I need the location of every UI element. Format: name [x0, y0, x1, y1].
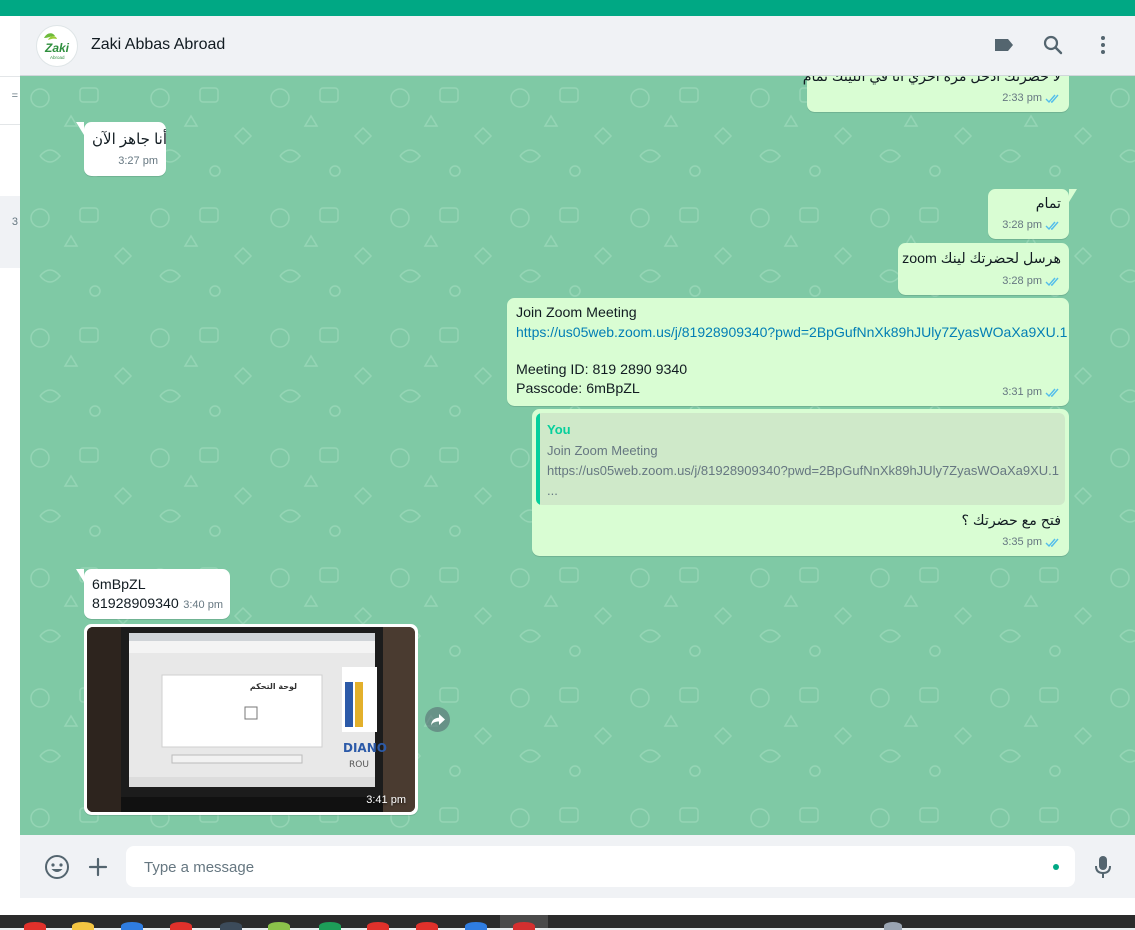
- message-input-box[interactable]: [126, 846, 1075, 889]
- read-ticks-icon: [1045, 221, 1059, 231]
- label-icon[interactable]: [992, 33, 1016, 57]
- conversation-panel[interactable]: لا حضرتك ادخل مرة اخري انا في اللينك تما…: [20, 76, 1135, 835]
- message-meta: 3:28 pm: [1002, 216, 1061, 235]
- message-line: Join Zoom Meeting: [516, 305, 637, 321]
- input-status-dot: [1053, 864, 1059, 870]
- message-meta: 3:31 pm: [1002, 383, 1061, 402]
- message-outgoing[interactable]: لا حضرتك ادخل مرة اخري انا في اللينك تما…: [803, 76, 1069, 112]
- composer-bar: [20, 835, 1135, 898]
- zaki-logo: Zaki Abroad: [44, 33, 70, 60]
- avatar[interactable]: Zaki Abroad: [36, 25, 78, 67]
- message-input[interactable]: [142, 846, 1026, 889]
- unread-count-glyph: 3: [11, 216, 18, 228]
- message-time: 3:40 pm: [183, 599, 223, 611]
- read-ticks-icon: [1045, 388, 1059, 398]
- photo-screen-text: DIANO: [343, 741, 387, 755]
- message-text: أنا جاهز الآن: [92, 131, 168, 148]
- avatar-subtext: Abroad: [50, 55, 65, 60]
- meeting-id-text: Meeting ID: 819 2890 9340: [516, 362, 688, 378]
- message-text: فتح مع حضرتك ؟: [961, 513, 1061, 529]
- image-message[interactable]: لوحة التحكم DIANO ROU 3:41 pm: [84, 624, 418, 815]
- read-ticks-icon: [1045, 538, 1059, 548]
- meeting-link[interactable]: https://us05web.zoom.us/j/81928909340?pw…: [516, 323, 1067, 342]
- message-outgoing[interactable]: هرسل لحضرتك لينك zoom 3:28 pm: [898, 243, 1069, 295]
- quote-line: https://us05web.zoom.us/j/81928909340?pw…: [547, 463, 1059, 478]
- message-time: 3:28 pm: [1002, 275, 1042, 287]
- selected-chat-item[interactable]: 3: [0, 196, 20, 268]
- divider: [0, 124, 20, 125]
- taskbar-app-icon[interactable]: [220, 922, 242, 930]
- taskbar-app-icon[interactable]: [367, 922, 389, 930]
- top-accent-strip: [0, 0, 1135, 16]
- quote-bar: [536, 413, 540, 505]
- menu-icon[interactable]: [1091, 33, 1115, 57]
- message-time: 3:41 pm: [366, 794, 406, 806]
- filter-glyph[interactable]: =: [12, 90, 18, 102]
- taskbar-app-icon[interactable]: [513, 922, 535, 930]
- quoted-message[interactable]: You Join Zoom Meeting https://us05web.zo…: [536, 413, 1065, 505]
- quote-line: Join Zoom Meeting: [547, 443, 658, 458]
- message-time: 3:28 pm: [1002, 219, 1042, 231]
- photo-screen-text: ROU: [349, 760, 369, 770]
- quote-author: You: [547, 422, 571, 437]
- message-time: 3:35 pm: [1002, 536, 1042, 548]
- read-ticks-icon: [1045, 277, 1059, 287]
- message-time: 3:31 pm: [1002, 386, 1042, 398]
- taskbar-tray-icon[interactable]: [884, 922, 902, 930]
- photo-thumbnail[interactable]: لوحة التحكم DIANO ROU 3:41 pm: [87, 627, 415, 812]
- message-line: 81928909340: [92, 596, 179, 612]
- bubble-tail: [76, 569, 84, 582]
- message-incoming[interactable]: 6mBpZL 81928909340 3:40 pm: [76, 569, 230, 619]
- message-meta: 3:35 pm: [1002, 533, 1061, 552]
- quote-line: ...: [547, 483, 558, 498]
- message-incoming[interactable]: أنا جاهز الآن 3:27 pm: [76, 122, 168, 176]
- message-outgoing[interactable]: Join Zoom Meeting https://us05web.zoom.u…: [507, 298, 1069, 406]
- message-meta: 3:27 pm: [118, 152, 158, 171]
- avatar-text: Zaki: [44, 41, 70, 55]
- taskbar-app-icon[interactable]: [24, 922, 46, 930]
- message-time: 3:27 pm: [118, 155, 158, 167]
- divider: [0, 76, 20, 77]
- chat-header: Zaki Abroad Zaki Abbas Abroad: [20, 16, 1135, 76]
- search-icon[interactable]: [1041, 33, 1065, 57]
- taskbar-app-icon[interactable]: [170, 922, 192, 930]
- chat-list-pane: = 3: [0, 16, 21, 898]
- message-text: تمام: [1035, 196, 1061, 212]
- laptop-photo: لوحة التحكم DIANO ROU: [87, 627, 415, 812]
- passcode-text: Passcode: 6mBpZL: [516, 381, 640, 397]
- message-line: 6mBpZL: [92, 577, 146, 593]
- contact-name[interactable]: Zaki Abbas Abroad: [91, 36, 225, 54]
- message-meta: 2:33 pm: [1002, 89, 1061, 108]
- bubble-tail: [76, 122, 84, 135]
- emoji-icon[interactable]: [43, 853, 71, 881]
- message-outgoing-reply[interactable]: You Join Zoom Meeting https://us05web.zo…: [532, 409, 1069, 556]
- forward-icon[interactable]: [425, 707, 450, 732]
- message-outgoing[interactable]: تمام 3:28 pm: [988, 189, 1077, 239]
- message-text: هرسل لحضرتك لينك zoom: [902, 251, 1061, 267]
- message-text: لا حضرتك ادخل مرة اخري انا في اللينك تما…: [802, 76, 1061, 85]
- bubble-tail: [1069, 189, 1077, 202]
- message-meta: 3:40 pm: [183, 596, 223, 615]
- microphone-icon[interactable]: [1089, 853, 1117, 881]
- taskbar-app-icon[interactable]: [319, 922, 341, 930]
- message-time: 2:33 pm: [1002, 92, 1042, 104]
- taskbar-app-icon[interactable]: [121, 922, 143, 930]
- taskbar-app-icon[interactable]: [72, 922, 94, 930]
- taskbar-app-icon[interactable]: [268, 922, 290, 930]
- read-ticks-icon: [1045, 94, 1059, 104]
- attach-plus-icon[interactable]: [84, 853, 112, 881]
- window-bottom-edge: [0, 898, 1135, 915]
- os-taskbar: [0, 915, 1135, 930]
- message-meta: 3:28 pm: [1002, 272, 1061, 291]
- photo-screen-text: لوحة التحكم: [250, 682, 297, 691]
- taskbar-app-icon[interactable]: [465, 922, 487, 930]
- taskbar-app-icon[interactable]: [416, 922, 438, 930]
